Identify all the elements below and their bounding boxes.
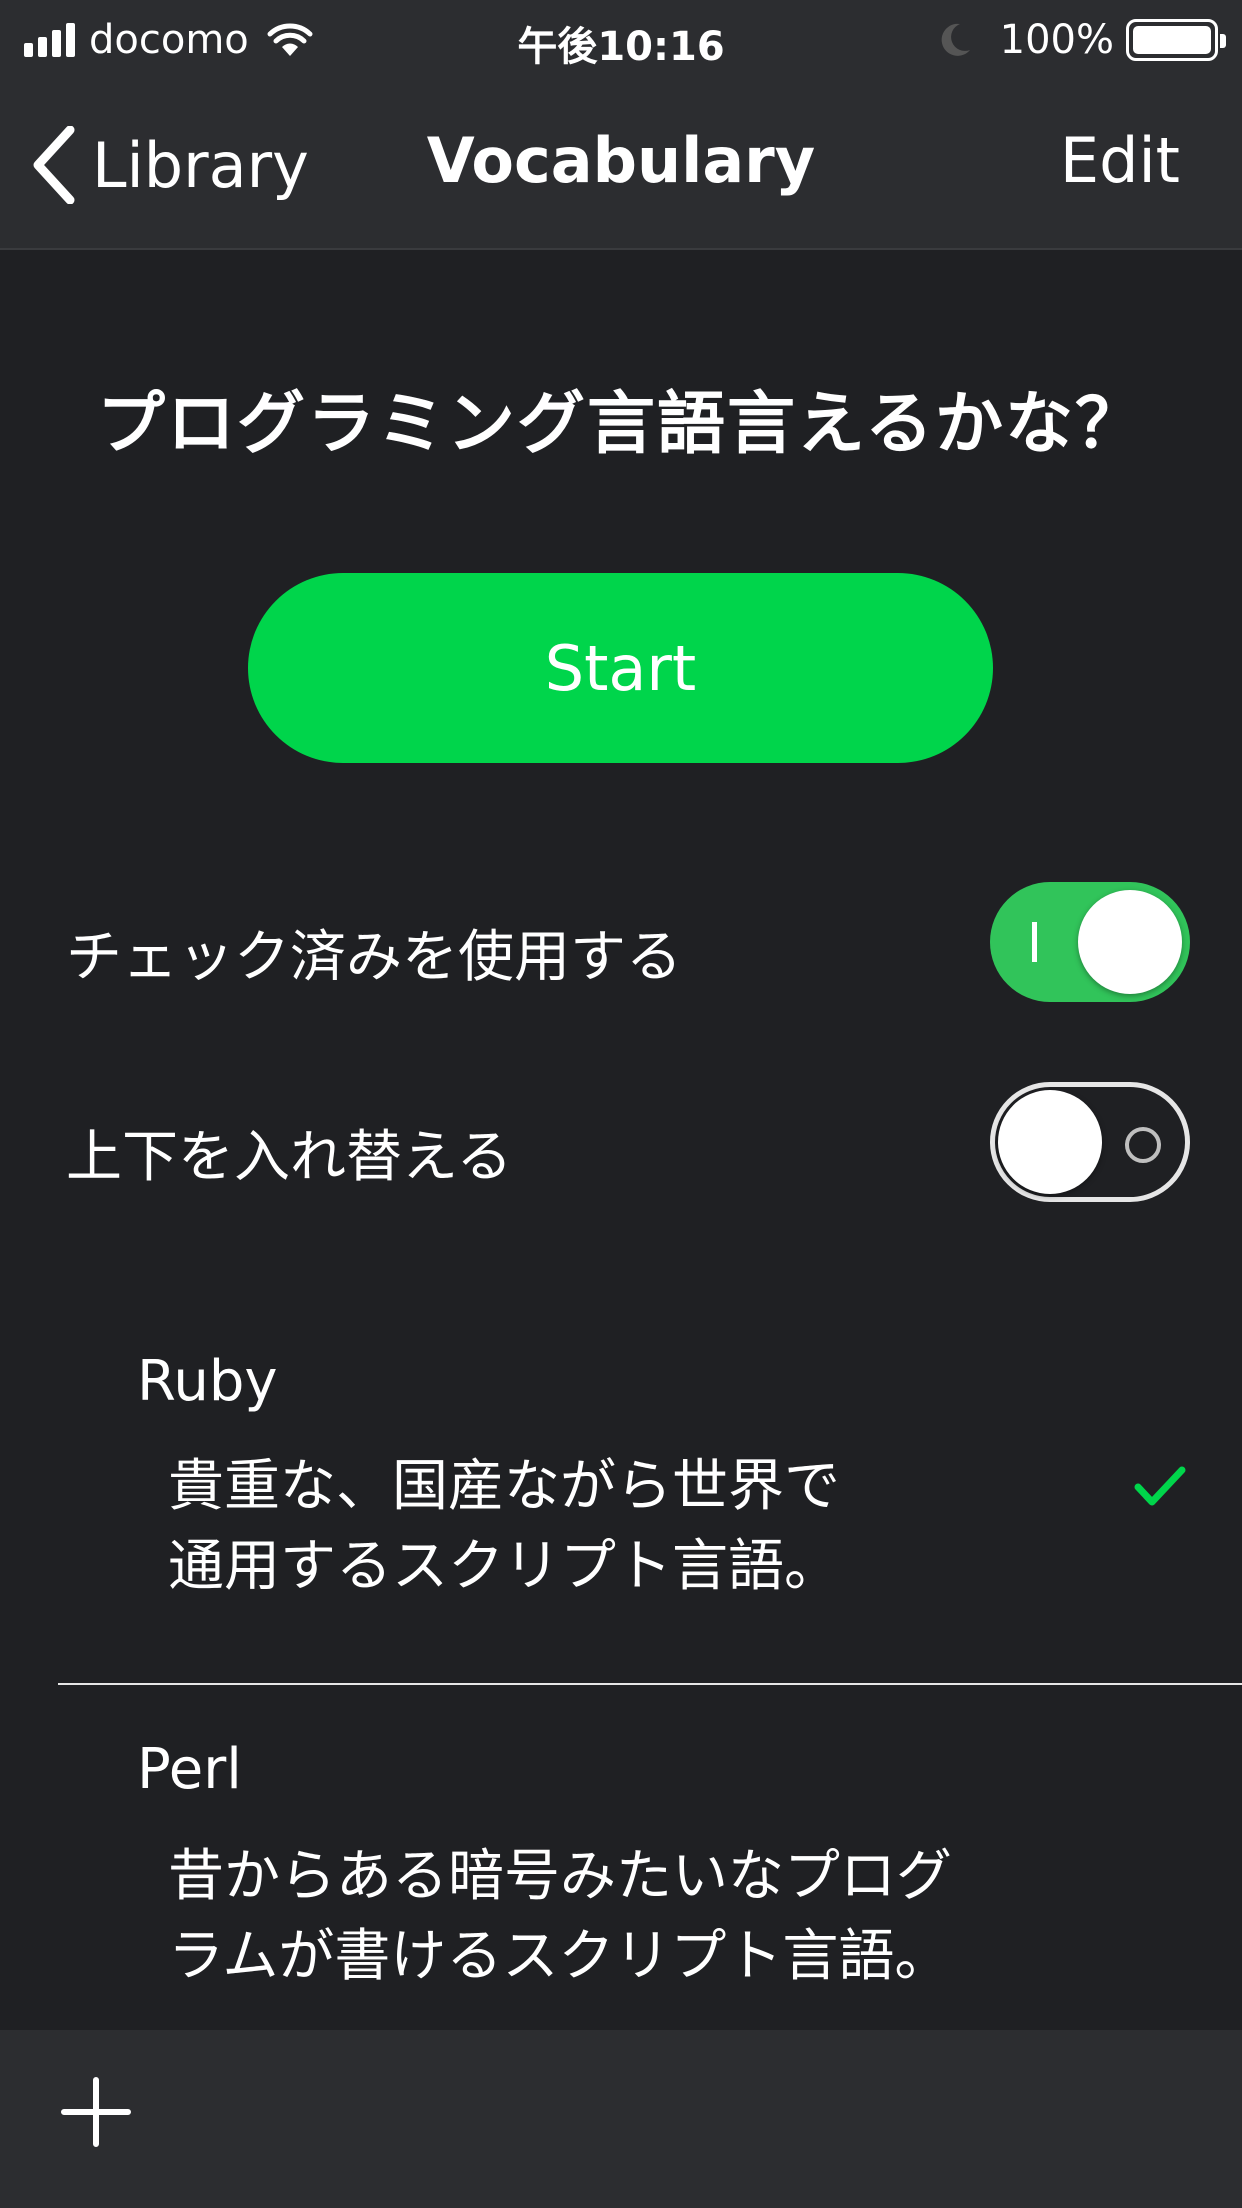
add-button[interactable] [60, 2076, 132, 2148]
swap-toggle[interactable] [990, 1082, 1190, 1202]
status-right: 100% [938, 14, 1226, 66]
divider [58, 1683, 1242, 1685]
bottom-toolbar [0, 2030, 1242, 2208]
card-definition: 昔からある暗号みたいなプログ ラムが書けるスクリプト言語。 [168, 1837, 1168, 1997]
set-title: プログラミング言語言えるかな？ [97, 385, 1145, 464]
definition-line: 貴重な、国産ながら世界で [168, 1454, 840, 1519]
vocabulary-screen: docomo 午後10:16 100% Library Vocabulary E… [0, 0, 1242, 2208]
card-definition: 貴重な、国産ながら世界で 通用するスクリプト言語。 [168, 1447, 1068, 1607]
checkmark-icon [1134, 1466, 1186, 1506]
card-term: Ruby [137, 1349, 278, 1414]
status-bar: docomo 午後10:16 100% [0, 0, 1242, 80]
start-button[interactable]: Start [248, 573, 993, 763]
list-item[interactable]: Ruby 貴重な、国産ながら世界で 通用するスクリプト言語。 [0, 1335, 1242, 1685]
moon-icon [941, 23, 970, 56]
setting-row-use-checked: チェック済みを使用する [0, 872, 1242, 1012]
definition-line: 通用するスクリプト言語。 [168, 1534, 840, 1599]
page-title: Vocabulary [426, 124, 816, 197]
navigation-bar: Library Vocabulary Edit [0, 80, 1242, 250]
battery-percent: 100% [999, 17, 1114, 63]
definition-line: ラムが書けるスクリプト言語。 [168, 1924, 951, 1989]
setting-label: チェック済みを使用する [66, 925, 682, 990]
edit-button[interactable]: Edit [1060, 124, 1180, 197]
battery-icon [1126, 19, 1226, 61]
setting-row-swap: 上下を入れ替える [0, 1072, 1242, 1212]
use-checked-toggle[interactable] [990, 882, 1190, 1002]
card-term: Perl [137, 1737, 242, 1802]
plus-icon [61, 2077, 131, 2147]
list-item[interactable]: Perl 昔からある暗号みたいなプログ ラムが書けるスクリプト言語。 [0, 1725, 1242, 2030]
definition-line: 昔からある暗号みたいなプログ [168, 1844, 952, 1909]
setting-label: 上下を入れ替える [66, 1125, 513, 1190]
